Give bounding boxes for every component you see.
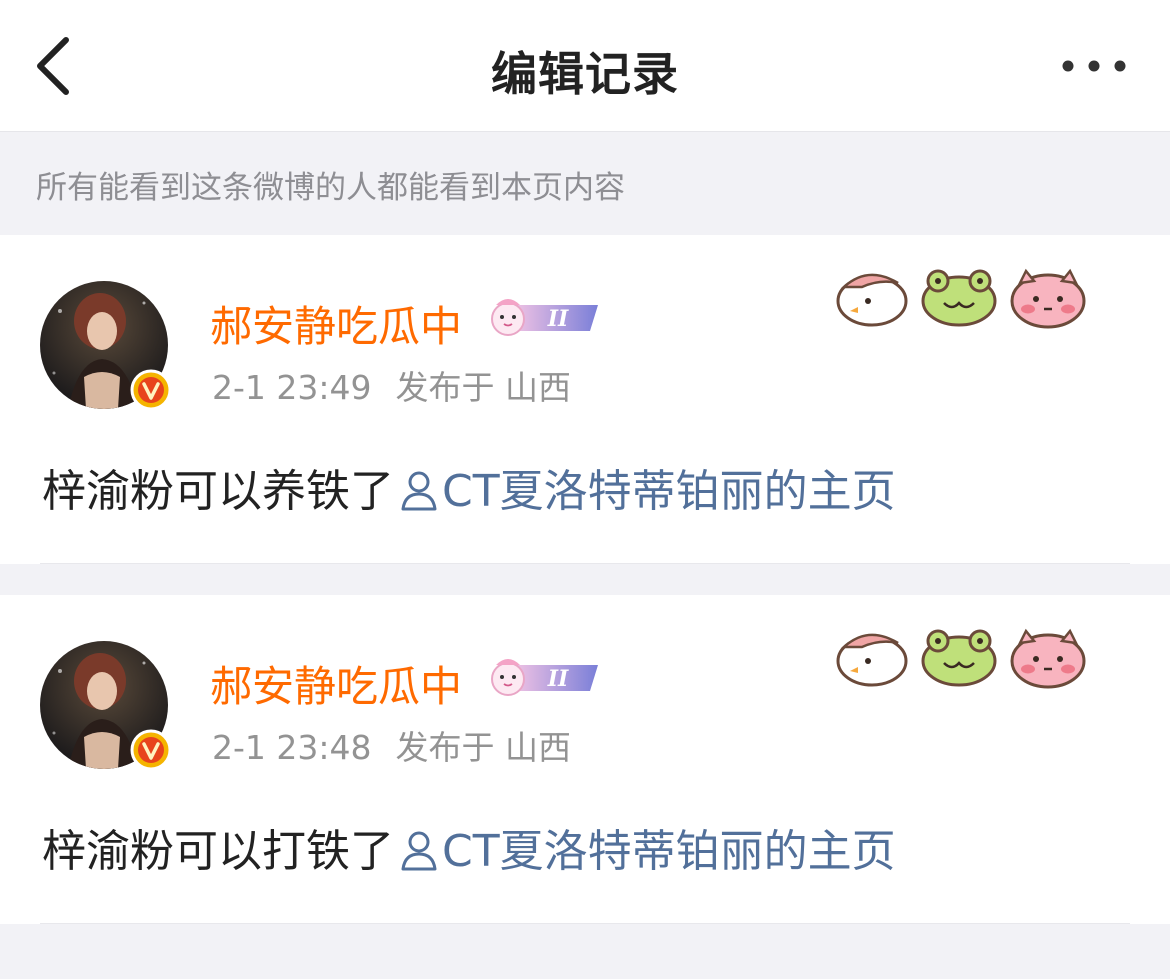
- post-content: 梓渝粉可以打铁了 CT夏洛特蒂铂丽的主页: [42, 815, 896, 879]
- post-meta: 2-1 23:49 发布于 山西: [212, 361, 571, 409]
- post-text: 梓渝粉可以养铁了: [42, 466, 394, 517]
- badge-level-text: II: [547, 306, 569, 332]
- post-content: 梓渝粉可以养铁了 CT夏洛特蒂铂丽的主页: [42, 455, 896, 519]
- post-location: 发布于 山西: [395, 728, 572, 767]
- person-icon: [401, 831, 437, 871]
- username[interactable]: 郝安静吃瓜中: [210, 653, 462, 714]
- navigation-bar: 编辑记录: [0, 0, 1170, 132]
- username[interactable]: 郝安静吃瓜中: [210, 293, 462, 354]
- notice-text: 所有能看到这条微博的人都能看到本页内容: [36, 170, 625, 206]
- user-profile-link-text: CT夏洛特蒂铂丽的主页: [442, 826, 896, 877]
- user-profile-link[interactable]: CT夏洛特蒂铂丽的主页: [394, 466, 896, 517]
- avatar[interactable]: [40, 281, 172, 411]
- fan-level-badge-icon: II: [491, 299, 598, 336]
- verified-badge-icon: [130, 369, 172, 411]
- edit-record-card: 郝安静吃瓜中 II 2-1 23:49 发布于 山西 梓渝粉可以养铁了 CT夏洛…: [0, 235, 1170, 564]
- decoration-stickers-icon: [836, 268, 1086, 329]
- post-meta: 2-1 23:48 发布于 山西: [212, 721, 571, 769]
- user-profile-link[interactable]: CT夏洛特蒂铂丽的主页: [394, 826, 896, 877]
- page-title: 编辑记录: [491, 47, 679, 101]
- post-time: 2-1 23:48: [212, 728, 372, 767]
- decoration-stickers-icon: [836, 628, 1086, 689]
- avatar[interactable]: [40, 641, 172, 771]
- user-profile-link-text: CT夏洛特蒂铂丽的主页: [442, 466, 896, 517]
- more-horizontal-icon: [1062, 60, 1126, 72]
- post-text: 梓渝粉可以打铁了: [42, 826, 394, 877]
- badge-level-text: II: [547, 666, 569, 692]
- more-button[interactable]: [1056, 48, 1132, 84]
- post-location: 发布于 山西: [395, 368, 572, 407]
- card-divider: [40, 923, 1130, 924]
- person-icon: [401, 471, 437, 511]
- card-divider: [40, 563, 1130, 564]
- verified-badge-icon: [130, 729, 172, 771]
- edit-record-card: 郝安静吃瓜中 II 2-1 23:48 发布于 山西 梓渝粉可以打铁了 CT夏洛…: [0, 595, 1170, 924]
- fan-level-badge-icon: II: [491, 659, 598, 696]
- visibility-notice: 所有能看到这条微博的人都能看到本页内容: [0, 132, 1170, 235]
- post-time: 2-1 23:49: [212, 368, 372, 407]
